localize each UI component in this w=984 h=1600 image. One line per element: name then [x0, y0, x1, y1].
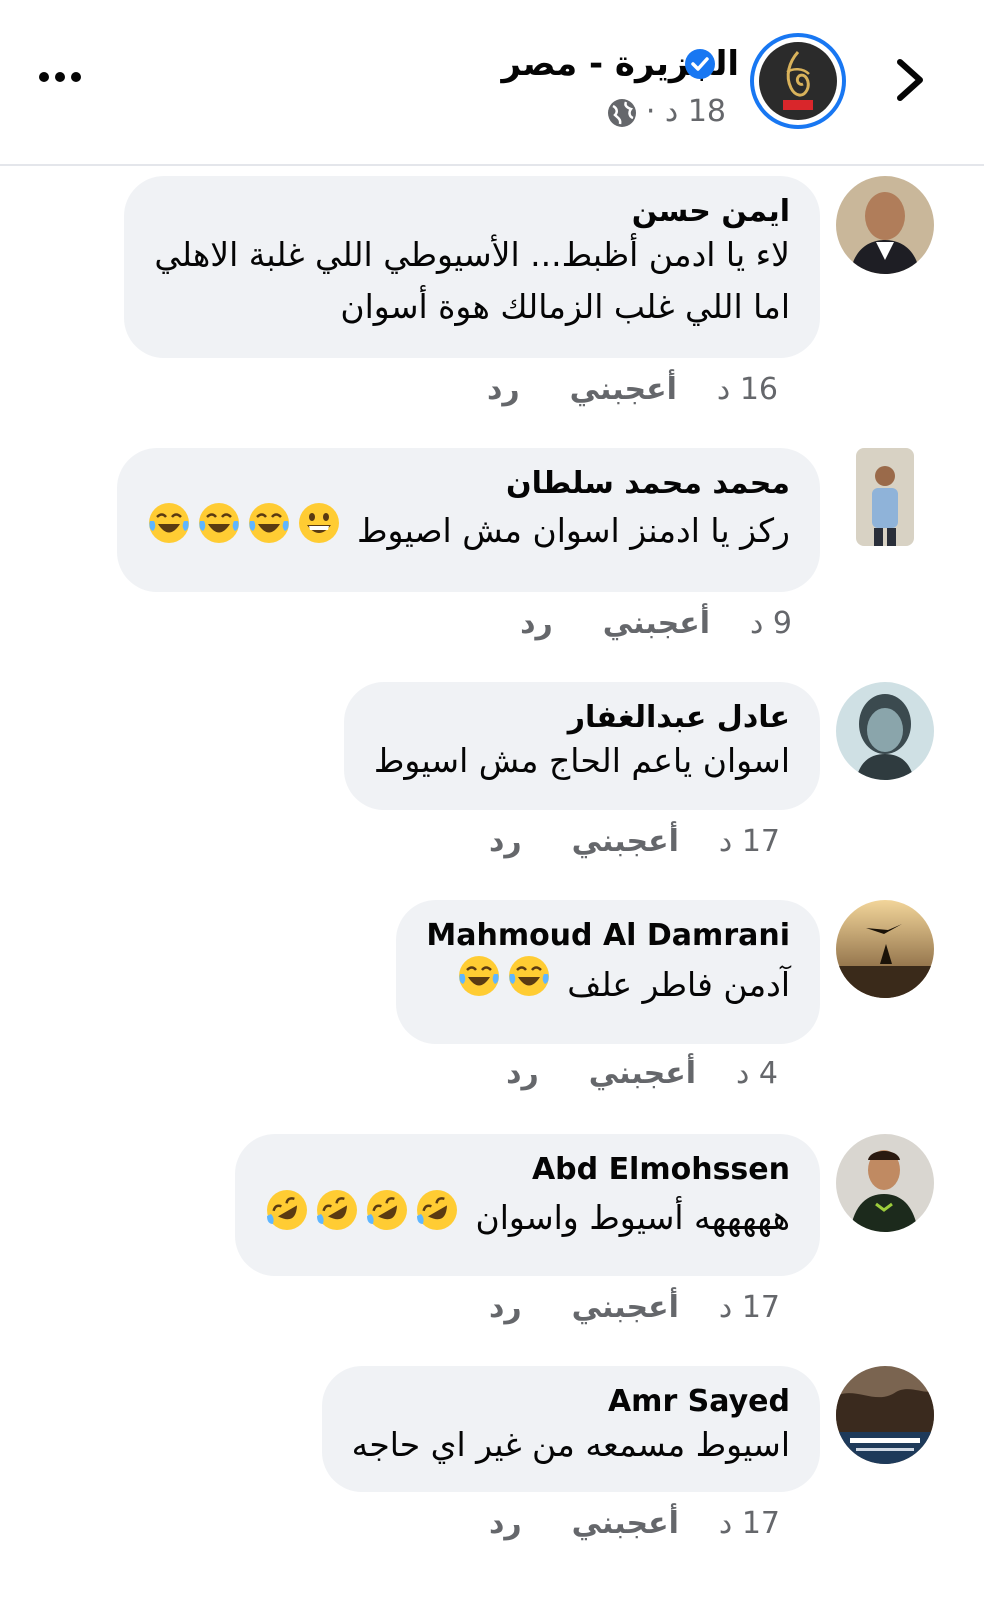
comment-actions: 17 د أعجبني رد [489, 1506, 780, 1541]
like-button[interactable]: أعجبني [603, 606, 710, 641]
comment-bubble[interactable]: Amr Sayed اسيوط مسمعه من غير اي حاجه [321, 1366, 820, 1492]
comment-author[interactable]: Amr Sayed [352, 1384, 790, 1419]
comment-time: 4 د [736, 1056, 778, 1091]
rofl-emoji-icon [415, 1188, 459, 1252]
more-options-icon[interactable] [36, 62, 84, 92]
reply-button[interactable]: رد [489, 1506, 522, 1541]
comment-time: 17 د [718, 1290, 780, 1325]
like-button[interactable]: أعجبني [570, 372, 677, 407]
comment-text: آدمن فاطر علف [567, 965, 790, 1004]
like-button[interactable]: أعجبني [572, 1290, 679, 1325]
comment-author[interactable]: Mahmoud Al Damrani [426, 918, 790, 953]
comment-author[interactable]: ايمن حسن [154, 194, 790, 229]
comment-bubble[interactable]: Mahmoud Al Damrani آدمن فاطر علف [396, 900, 820, 1044]
comment-author[interactable]: عادل عبدالغفار [374, 700, 790, 735]
comment-bubble[interactable]: عادل عبدالغفار اسوان ياعم الحاج مش اسيوط [343, 682, 820, 810]
verified-badge-icon [684, 48, 716, 80]
comment-text: اما اللي غلب الزمالك هوة أسوان [340, 287, 790, 326]
comment-author[interactable]: محمد محمد سلطان [147, 466, 790, 501]
avatar[interactable] [856, 448, 914, 546]
comment-actions: 16 د أعجبني رد [487, 372, 778, 407]
back-chevron-icon[interactable] [890, 58, 930, 102]
comment-actions: 17 د أعجبني رد [489, 1290, 780, 1325]
reply-button[interactable]: رد [489, 1290, 522, 1325]
tears-of-joy-emoji-icon [197, 501, 241, 564]
comment-text: ركز يا ادمنز اسوان مش اصيوط [357, 511, 790, 550]
avatar[interactable] [836, 176, 934, 274]
comment-text: اسيوط مسمعه من غير اي حاجه [351, 1425, 790, 1464]
tears-of-joy-emoji-icon [147, 501, 191, 564]
like-button[interactable]: أعجبني [572, 824, 679, 859]
reply-button[interactable]: رد [520, 606, 553, 641]
comment-bubble[interactable]: Abd Elmohssen هههههه أسيوط واسوان [235, 1134, 820, 1276]
comment-text: لاء يا ادمن أظبط... الأسيوطي اللي غلبة ا… [154, 235, 790, 274]
comment-bubble[interactable]: محمد محمد سلطان ركز يا ادمنز اسوان مش اص… [116, 448, 820, 592]
comment-actions: 9 د أعجبني رد [520, 606, 792, 641]
reply-button[interactable]: رد [489, 824, 522, 859]
comment-text-line: هههههه أسيوط واسوان [265, 1187, 790, 1252]
tears-of-joy-emoji-icon [247, 501, 291, 564]
comment-text: هههههه أسيوط واسوان [475, 1198, 790, 1237]
post-header: الجزيرة - مصر 18 د · [0, 0, 984, 166]
tears-of-joy-emoji-icon [457, 954, 501, 1019]
comment-text-line: ركز يا ادمنز اسوان مش اصيوط [147, 501, 790, 564]
comment-time: 17 د [718, 1506, 780, 1541]
tears-of-joy-emoji-icon [507, 954, 551, 1019]
page-avatar[interactable] [750, 33, 846, 129]
reply-button[interactable]: رد [487, 372, 520, 407]
comment-bubble[interactable]: ايمن حسن لاء يا ادمن أظبط... الأسيوطي ال… [124, 176, 820, 358]
comment-actions: 17 د أعجبني رد [489, 824, 780, 859]
rofl-emoji-icon [365, 1188, 409, 1252]
rofl-emoji-icon [315, 1188, 359, 1252]
like-button[interactable]: أعجبني [589, 1056, 696, 1091]
comment-actions: 4 د أعجبني رد [506, 1056, 778, 1091]
comment-text-line: آدمن فاطر علف [426, 953, 790, 1019]
like-button[interactable]: أعجبني [572, 1506, 679, 1541]
grinning-emoji-icon [297, 501, 341, 564]
comment-author[interactable]: Abd Elmohssen [265, 1152, 790, 1187]
comment-text: اسوان ياعم الحاج مش اسيوط [373, 741, 790, 780]
globe-icon [606, 97, 638, 129]
comment-time: 16 د [716, 372, 778, 407]
aljazeera-logo-icon [759, 42, 837, 120]
avatar[interactable] [836, 900, 934, 998]
comment-time: 17 د [718, 824, 780, 859]
avatar[interactable] [836, 1134, 934, 1232]
comment-time: 9 د [750, 606, 792, 641]
post-time: 18 د · [645, 94, 726, 129]
avatar[interactable] [836, 1366, 934, 1464]
rofl-emoji-icon [265, 1188, 309, 1252]
reply-button[interactable]: رد [506, 1056, 539, 1091]
avatar[interactable] [836, 682, 934, 780]
